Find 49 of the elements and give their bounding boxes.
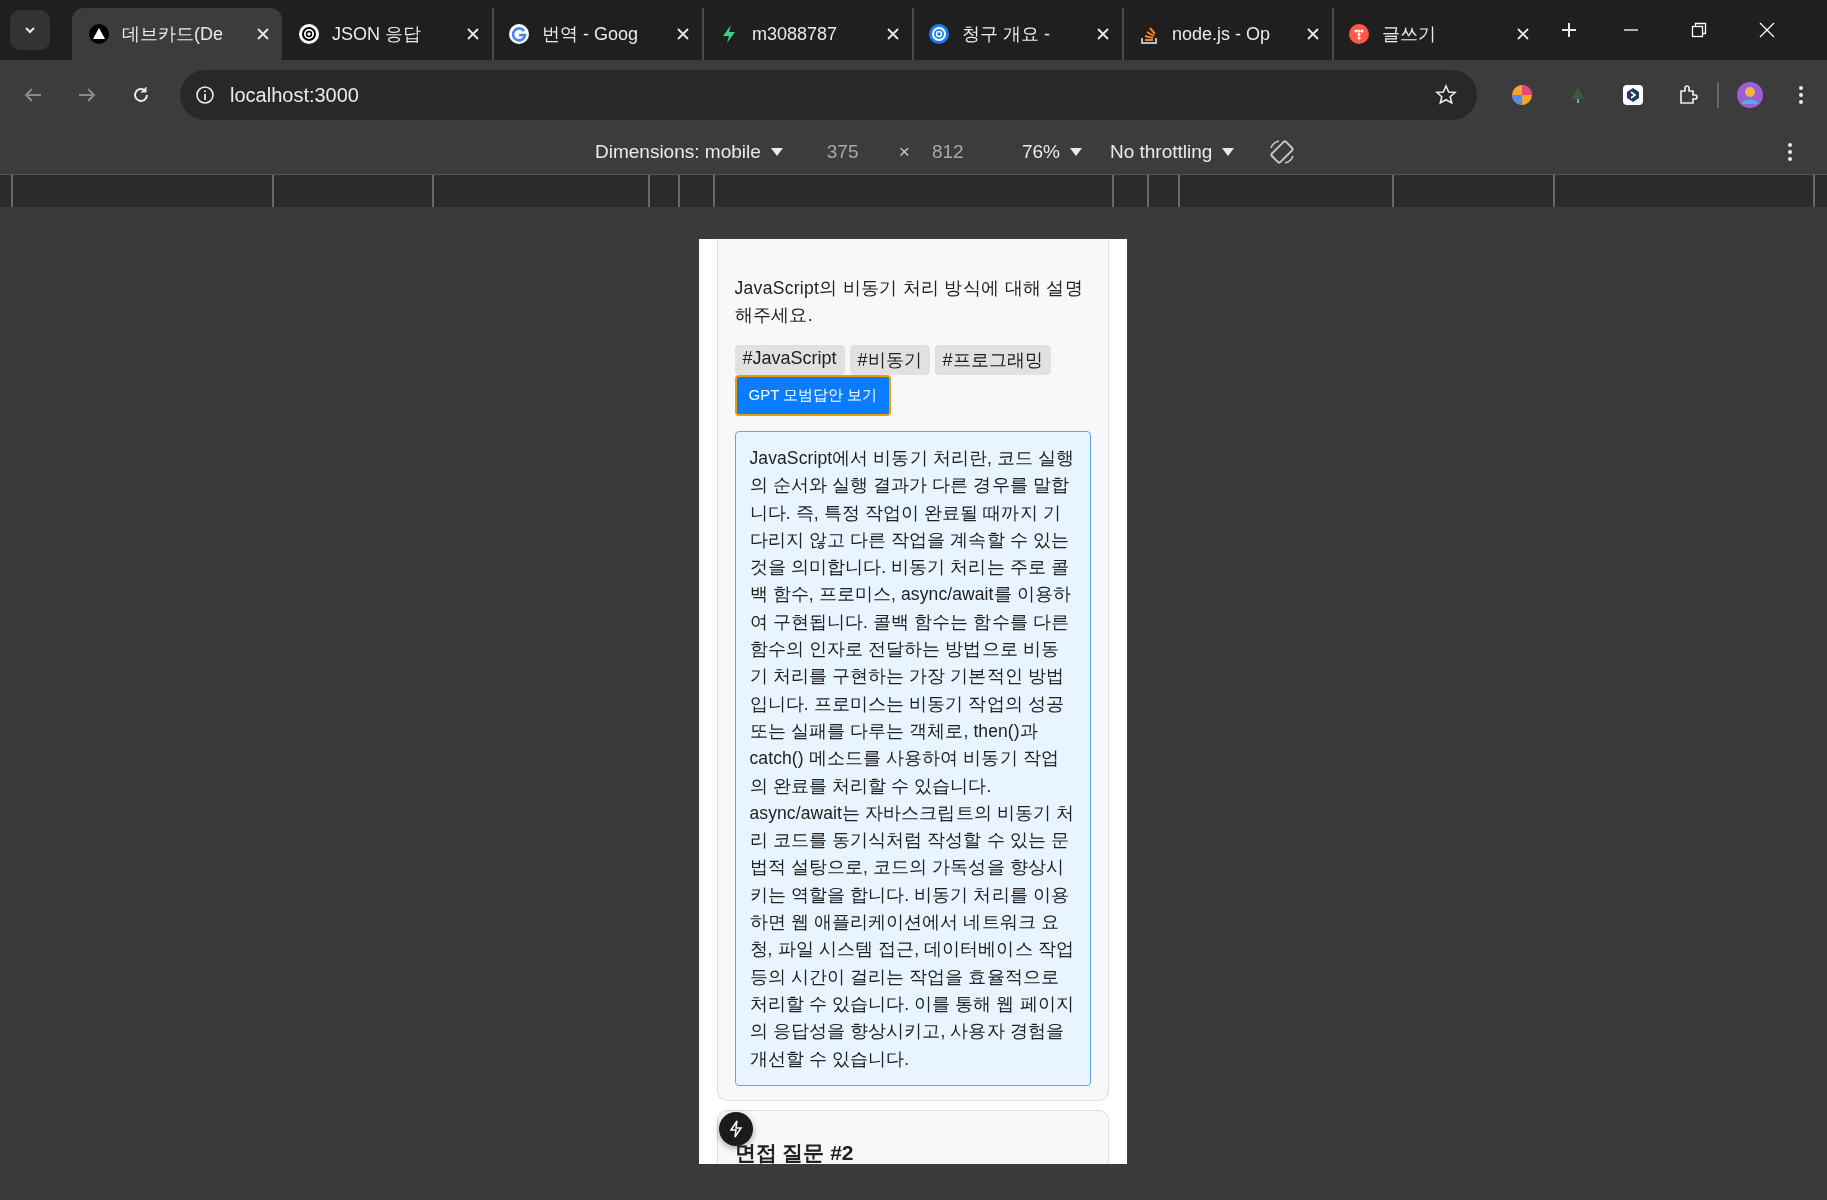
tab-title: 데브카드(De xyxy=(122,23,224,46)
browser-tab[interactable]: JSON 응답 xyxy=(282,8,492,60)
info-icon[interactable] xyxy=(194,84,216,106)
avatar-icon[interactable] xyxy=(1735,80,1765,110)
spiral-icon xyxy=(298,23,320,45)
restore-icon[interactable] xyxy=(1691,22,1707,38)
width-field[interactable]: 375 xyxy=(826,141,887,163)
menu-icon[interactable] xyxy=(1797,84,1805,106)
close-icon[interactable] xyxy=(1096,27,1110,41)
caret-icon xyxy=(770,147,783,157)
close-icon[interactable] xyxy=(1306,27,1320,41)
tab-title: 번역 - Goog xyxy=(542,23,640,46)
spiral-icon xyxy=(928,23,950,45)
close-icon[interactable] xyxy=(256,27,270,41)
url-text: localhost:3000 xyxy=(230,83,359,107)
caret-icon xyxy=(1222,147,1235,157)
extension-icon[interactable] xyxy=(1509,82,1535,108)
close-icon[interactable] xyxy=(676,27,690,41)
close-icon[interactable] xyxy=(466,27,480,41)
height-field[interactable]: 812 xyxy=(931,141,992,163)
close-icon[interactable] xyxy=(886,27,900,41)
dots-icon xyxy=(1348,23,1370,45)
card-title: 면접 질문 #2 xyxy=(734,1139,855,1164)
tab-title: JSON 응답 xyxy=(332,23,422,46)
answer-text: JavaScript에서 비동기 처리란, 코드 실행의 순서와 실행 결과가 다른 경우를 말합니다. 즉, 특정 작업이 완료될 때까지 기다리지 않고 다른 작업을 계속할 수 있는 것을 의미합니다. 비동기 처리는 주로 콜백 함수, 프로미스, async/await를 이용하여 구현됩니다. 콜백 함수는 함수를 다른 함수의 인자로 전달하는 방법으로 비동기 처리를 구현하는 가장 기본적인 방법입니다. 프로미스는 비동기 작업의 성공 또는 실패를 다루는 객체로, then()과 catch() 메소드를 사용하여 비동기 작업의 완료를 처리할 수 있습니다. async/await는 자바스크립트의 비동기 처리 코드를 동기식처럼 작성할 수 있는 문법적 설탕으로, 코드의 가독성을 향상시키는 역할을 합니다. 비동기 처리를 이용하면 웹 애플리케이션에서 네트워크 요청, 파일 시스템 접근, 데이터베이스 작업 등의 시간이 걸리는 작업을 효율적으로 처리할 수 있습니다. 이를 통해 웹 페이지의 응답성을 향상시키고, 사용자 경험을 개선할 수 있습니다. xyxy=(734,431,1091,1086)
times-sign: × xyxy=(898,141,910,163)
rotate-icon[interactable] xyxy=(1268,138,1297,166)
tag: #프로그래밍 xyxy=(934,345,1051,375)
new-tab-icon[interactable] xyxy=(1560,21,1578,39)
star-icon[interactable] xyxy=(1435,84,1457,106)
tab-title: 글쓰기 xyxy=(1382,23,1437,46)
throttling-dropdown[interactable]: No throttling xyxy=(1109,141,1235,163)
address-bar[interactable]: localhost:3000 xyxy=(180,70,1477,120)
dimensions-dropdown[interactable]: Dimensions: mobile xyxy=(595,141,783,163)
tab-title: m3088787 xyxy=(752,23,839,45)
question-text: JavaScript의 비동기 처리 방식에 대해 설명해주세요. xyxy=(734,277,1084,327)
tag: #비동기 xyxy=(849,345,930,375)
tab-title: node.js - Op xyxy=(1172,23,1272,45)
more-icon[interactable] xyxy=(1787,142,1793,162)
tag: #JavaScript xyxy=(734,345,845,375)
browser-tab[interactable]: 데브카드(De xyxy=(72,8,282,60)
zoom-dropdown[interactable]: 76% xyxy=(1021,141,1082,163)
close-icon[interactable] xyxy=(1516,27,1530,41)
tab-title: 청구 개요 - xyxy=(962,23,1051,46)
letter-icon xyxy=(508,23,530,45)
puzzle-icon[interactable] xyxy=(1677,83,1701,107)
extension-icon[interactable] xyxy=(1621,83,1645,107)
answer-button[interactable]: GPT 모범답안 보기 xyxy=(734,375,892,416)
caret-icon xyxy=(1069,147,1082,157)
